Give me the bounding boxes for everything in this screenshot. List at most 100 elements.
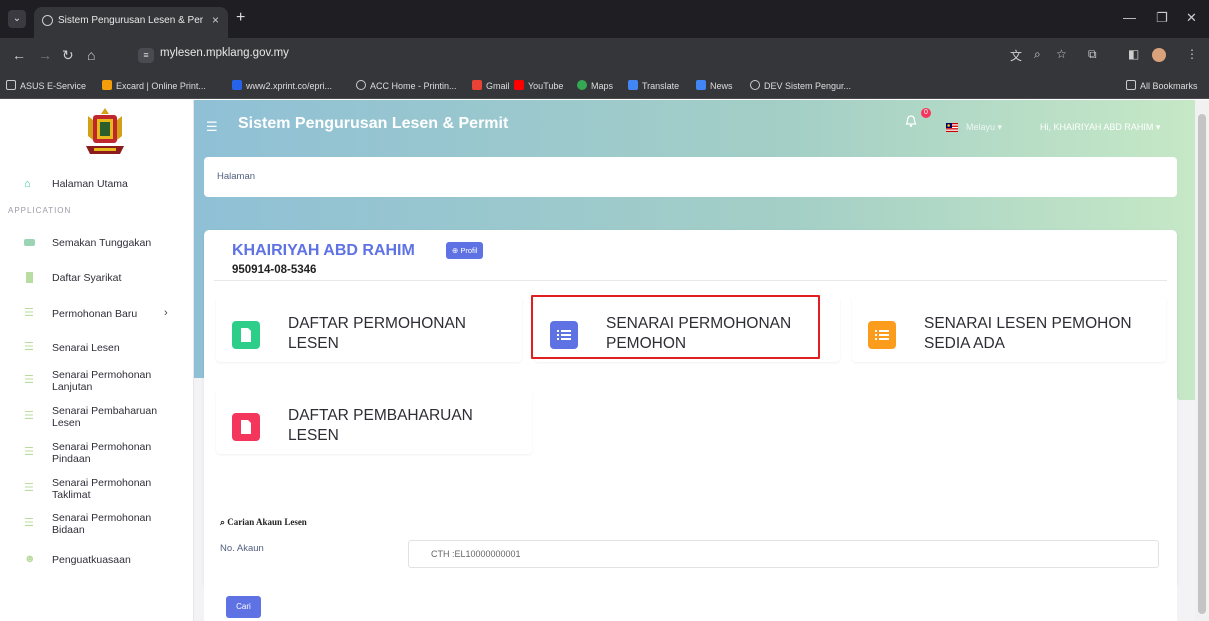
- star-icon[interactable]: ☆: [1056, 47, 1067, 61]
- list-icon: ☰: [24, 307, 34, 319]
- folder-icon: [1126, 80, 1136, 90]
- sidebar-item-senarai-permohonan-pindaan[interactable]: ☰ Senarai Permohonan Pindaan: [0, 438, 194, 468]
- zoom-icon[interactable]: ⌕: [1034, 47, 1041, 62]
- minimize-icon[interactable]: —: [1123, 10, 1136, 25]
- app-title: Sistem Pengurusan Lesen & Permit: [238, 115, 509, 132]
- bookmark-item[interactable]: Maps: [577, 80, 613, 91]
- document-icon: [232, 321, 260, 349]
- bookmark-item[interactable]: ASUS E-Service: [6, 80, 86, 91]
- restore-icon[interactable]: ❐: [1156, 10, 1168, 26]
- browser-toolbar: ← → ↻ ⌂ ≡ mylesen.mpklang.gov.my 文 ⌕ ☆ ⧉…: [0, 38, 1209, 73]
- document-icon: [232, 413, 260, 441]
- sidebar-item-senarai-pembaharuan-lesen[interactable]: ☰ Senarai Pembaharuan Lesen: [0, 402, 194, 432]
- divider: [214, 280, 1167, 281]
- section-label: APPLICATION: [8, 206, 72, 215]
- list-icon: [868, 321, 896, 349]
- sidebar-item-home[interactable]: ⌂ Halaman Utama: [0, 176, 194, 192]
- breadcrumb-label[interactable]: Halaman: [217, 171, 255, 182]
- council-crest-logo: [86, 108, 124, 154]
- user-circle-icon: ⊕: [452, 246, 459, 255]
- account-number-input[interactable]: CTH :EL10000000001: [408, 540, 1159, 568]
- extensions-icon[interactable]: ⧉: [1088, 47, 1097, 62]
- back-arrow-icon[interactable]: ←: [12, 47, 26, 63]
- reload-icon[interactable]: ↻: [62, 47, 74, 64]
- card-icon: [24, 239, 35, 246]
- bookmark-item[interactable]: YouTube: [514, 80, 563, 91]
- gmail-icon: [472, 80, 482, 90]
- youtube-icon: [514, 80, 524, 90]
- list-icon: ☰: [24, 482, 34, 494]
- all-bookmarks[interactable]: All Bookmarks: [1126, 80, 1198, 91]
- highlight-box: [531, 295, 820, 359]
- hamburger-menu-icon[interactable]: ☰: [206, 119, 218, 135]
- tile-daftar-pembaharuan-lesen[interactable]: DAFTAR PEMBAHARUAN LESEN: [216, 388, 532, 454]
- bookmark-item[interactable]: www2.xprint.co/epri...: [232, 80, 332, 91]
- search-button[interactable]: Cari: [226, 596, 261, 618]
- browser-tab-active[interactable]: Sistem Pengurusan Lesen & Per ×: [34, 7, 228, 38]
- news-icon: [696, 80, 706, 90]
- bell-icon[interactable]: [904, 114, 918, 128]
- breadcrumb: Halaman: [204, 157, 1177, 197]
- url-text[interactable]: mylesen.mpklang.gov.my: [160, 47, 289, 59]
- sidebar-item-semakan-tunggakan[interactable]: Semakan Tunggakan: [0, 235, 194, 251]
- language-select[interactable]: Melayu ▾: [966, 122, 1002, 133]
- bookmarks-bar: ASUS E-Service Excard | Online Print... …: [0, 73, 1209, 99]
- bookmark-item[interactable]: DEV Sistem Pengur...: [750, 80, 851, 91]
- translate-icon[interactable]: 文: [1010, 47, 1022, 64]
- site-info-icon[interactable]: ≡: [138, 48, 154, 63]
- tab-title: Sistem Pengurusan Lesen & Per: [58, 15, 204, 26]
- home-icon[interactable]: ⌂: [87, 47, 95, 63]
- sidebar-item-daftar-syarikat[interactable]: Daftar Syarikat: [0, 270, 194, 286]
- home-icon: ⌂: [24, 177, 31, 190]
- malaysia-flag-icon: [946, 123, 958, 132]
- tile-senarai-lesen-pemohon-sedia-ada[interactable]: SENARAI LESEN PEMOHON SEDIA ADA: [852, 296, 1166, 362]
- bookmark-favicon-icon: [232, 80, 242, 90]
- list-icon: ☰: [24, 341, 34, 353]
- scrollbar-thumb[interactable]: [1198, 114, 1206, 614]
- tile-label: DAFTAR PERMOHONAN LESEN: [288, 315, 466, 352]
- search-card: ⌕ Carian Akaun Lesen No. Akaun CTH :EL10…: [204, 498, 1177, 621]
- tile-daftar-permohonan-lesen[interactable]: DAFTAR PERMOHONAN LESEN: [216, 296, 522, 362]
- globe-icon: [750, 80, 760, 90]
- bookmark-item[interactable]: ACC Home - Printin...: [356, 80, 457, 91]
- tile-label: DAFTAR PEMBAHARUAN LESEN: [288, 407, 473, 444]
- translate-favicon-icon: [628, 80, 638, 90]
- sidebar: ⌂ Halaman Utama APPLICATION Semakan Tung…: [0, 100, 194, 621]
- account-label: No. Akaun: [220, 543, 264, 554]
- side-panel-icon[interactable]: ◧: [1128, 47, 1139, 61]
- app-window: ⌄ Sistem Pengurusan Lesen & Per × + — ❐ …: [0, 0, 1209, 621]
- tab-search-chevron-icon[interactable]: ⌄: [8, 10, 26, 28]
- browser-tab-strip: ⌄ Sistem Pengurusan Lesen & Per × + — ❐ …: [0, 0, 1209, 38]
- sidebar-item-senarai-lesen[interactable]: ☰ Senarai Lesen: [0, 340, 194, 356]
- list-icon: ☰: [24, 517, 34, 529]
- bookmark-item[interactable]: Gmail: [472, 80, 510, 91]
- tab-close-icon[interactable]: ×: [212, 7, 219, 34]
- sidebar-item-permohonan-baru[interactable]: ☰ Permohonan Baru ›: [0, 306, 194, 322]
- people-icon: ☻: [24, 553, 36, 565]
- sidebar-item-senarai-permohonan-taklimat[interactable]: ☰ Senarai Permohonan Taklimat: [0, 474, 194, 504]
- list-icon: ☰: [24, 410, 34, 422]
- maps-icon: [577, 80, 587, 90]
- bookmark-item[interactable]: Translate: [628, 80, 679, 91]
- user-dropdown[interactable]: Hi, KHAIRIYAH ABD RAHIM ▾: [1040, 122, 1160, 133]
- window-close-icon[interactable]: ✕: [1186, 10, 1197, 26]
- kebab-menu-icon[interactable]: ⋮: [1186, 47, 1198, 61]
- list-icon: ☰: [24, 446, 34, 458]
- bookmark-item[interactable]: News: [696, 80, 733, 91]
- bookmark-favicon-icon: [102, 80, 112, 90]
- page-viewport: ☰ Sistem Pengurusan Lesen & Permit 0 Mel…: [0, 100, 1209, 621]
- sidebar-item-penguatkuasaan[interactable]: ☻ Penguatkuasaan: [0, 552, 194, 568]
- magnifier-icon: ⌕: [220, 517, 226, 527]
- sidebar-item-senarai-permohonan-lanjutan[interactable]: ☰ Senarai Permohonan Lanjutan: [0, 366, 194, 396]
- forward-arrow-icon[interactable]: →: [38, 47, 52, 63]
- profile-avatar[interactable]: [1152, 48, 1166, 62]
- profile-button[interactable]: ⊕ Profil: [446, 242, 484, 259]
- tile-label: SENARAI LESEN PEMOHON SEDIA ADA: [924, 315, 1132, 352]
- ic-number: 950914-08-5346: [232, 264, 317, 276]
- chevron-right-icon: ›: [164, 307, 168, 319]
- bookmark-item[interactable]: Excard | Online Print...: [102, 80, 206, 91]
- sidebar-item-senarai-permohonan-bidaan[interactable]: ☰ Senarai Permohonan Bidaan: [0, 509, 194, 539]
- new-tab-plus-icon[interactable]: +: [236, 9, 245, 27]
- notification-badge: 0: [921, 108, 931, 118]
- list-icon: ☰: [24, 374, 34, 386]
